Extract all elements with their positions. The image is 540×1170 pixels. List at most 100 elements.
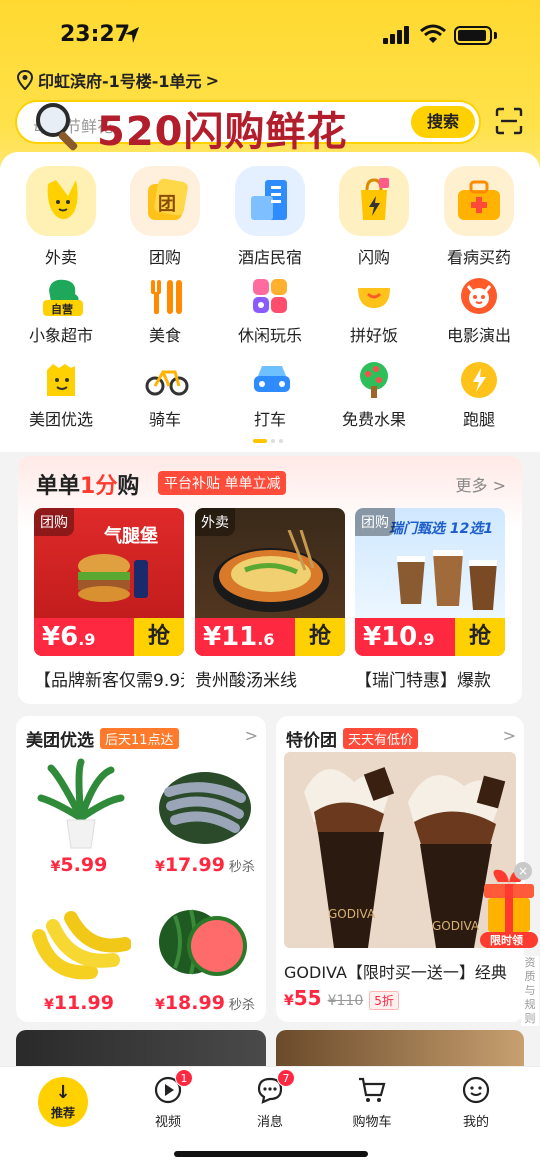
product-shrimp[interactable]: ¥17.99 秒杀 xyxy=(150,758,260,876)
category-errand[interactable]: 跑腿 xyxy=(434,360,524,430)
shrimp-image xyxy=(155,758,255,850)
category-label: 外卖 xyxy=(44,248,77,267)
gift-label: 限时领 xyxy=(490,933,523,947)
category-medicine[interactable]: 看病买药 xyxy=(434,166,524,268)
deal-item[interactable]: 瑞门甄选 12选1 团购 ¥10.9 抢 【瑞门特惠】爆款 xyxy=(355,508,505,691)
close-icon[interactable]: × xyxy=(514,862,532,880)
tab-recommend[interactable]: ↓ 推荐 xyxy=(38,1077,88,1127)
movie-icon xyxy=(459,276,499,316)
youxuan-section[interactable]: 美团优选 后天11点达 > ¥5.99 ¥17.99 秒杀 ¥11.99 ¥18.… xyxy=(16,716,266,1022)
category-shangou[interactable]: 闪购 xyxy=(329,166,419,268)
category-label: 休闲玩乐 xyxy=(237,326,302,345)
deal-title: 单单1分购 xyxy=(36,468,139,500)
wifi-icon xyxy=(420,24,446,43)
status-bar: 23:27 xyxy=(0,0,540,70)
location-services-icon xyxy=(125,27,139,43)
deal-item-image: 外卖 ¥11.6 抢 xyxy=(195,508,345,656)
errand-icon xyxy=(459,360,499,400)
grab-button[interactable]: 抢 xyxy=(295,618,345,656)
chevron-right-icon[interactable]: > xyxy=(503,726,516,745)
section-header: 美团优选 后天11点达 xyxy=(26,726,179,751)
category-label: 美食 xyxy=(148,326,181,345)
limited-gift-float[interactable]: 限时领 xyxy=(478,862,540,954)
chevron-right-icon[interactable]: > xyxy=(245,726,258,745)
category-youxuan[interactable]: 美团优选 xyxy=(16,360,106,430)
category-free-fruit[interactable]: 免费水果 xyxy=(329,360,419,430)
home-indicator xyxy=(174,1151,368,1157)
category-pinhaofan[interactable]: 拼好饭 xyxy=(329,276,419,346)
product-price: ¥18.99 秒杀 xyxy=(155,992,255,1014)
tab-messages[interactable]: 7 消息 xyxy=(230,1069,310,1130)
deal-price: ¥10.9 xyxy=(363,622,435,652)
tab-label: 视频 xyxy=(154,1115,181,1130)
plant-image xyxy=(31,758,131,850)
category-label: 跑腿 xyxy=(462,410,495,429)
deal-item[interactable]: 气腿堡 团购 ¥6.9 抢 【品牌新客仅需9.9元】 xyxy=(34,508,184,691)
youxuan-icon xyxy=(41,360,81,400)
grab-button[interactable]: 抢 xyxy=(134,618,184,656)
page-dot xyxy=(279,439,283,443)
banana-image xyxy=(31,896,132,988)
category-label: 免费水果 xyxy=(341,410,406,429)
deal-price-bar: ¥10.9 抢 xyxy=(355,618,505,656)
taxi-icon xyxy=(250,360,290,400)
scan-icon[interactable] xyxy=(495,107,523,135)
category-taxi[interactable]: 打车 xyxy=(225,360,315,430)
deal-item-name: 贵州酸汤米线 xyxy=(195,671,297,691)
tab-cart[interactable]: 购物车 xyxy=(332,1075,412,1130)
category-elephant-market[interactable]: 自营 小象超市 xyxy=(16,276,106,346)
category-movie[interactable]: 电影演出 xyxy=(434,276,524,346)
low-price-tag: 天天有低价 xyxy=(343,728,419,749)
tab-mine[interactable]: 我的 xyxy=(436,1075,516,1130)
deal-type-badge: 团购 xyxy=(355,508,395,536)
deal-item-name: 【品牌新客仅需9.9元】 xyxy=(34,671,184,691)
product-price: ¥17.99 秒杀 xyxy=(155,854,255,876)
section-title: 特价团 xyxy=(286,731,337,751)
category-hotel[interactable]: 酒店民宿 xyxy=(225,166,315,268)
medicine-icon xyxy=(444,166,514,236)
category-leisure[interactable]: 休闲玩乐 xyxy=(225,276,315,346)
original-price: ¥110 xyxy=(327,993,364,1009)
location-selector[interactable]: 印虹滨府-1号楼-1单元 > xyxy=(16,68,219,92)
tuangou-icon: 团 xyxy=(130,166,200,236)
page-dot-active xyxy=(253,439,267,443)
grab-button[interactable]: 抢 xyxy=(455,618,505,656)
product-price: ¥11.99 xyxy=(44,992,114,1014)
deal-price-bar: ¥11.6 抢 xyxy=(195,618,345,656)
category-label: 电影演出 xyxy=(446,326,511,345)
deal-type-badge: 外卖 xyxy=(195,508,235,536)
leisure-icon xyxy=(250,276,290,316)
category-food[interactable]: 美食 xyxy=(120,276,210,346)
battery-tip xyxy=(494,32,497,39)
svg-text:团: 团 xyxy=(158,194,176,215)
category-tuangou[interactable]: 团 团购 xyxy=(120,166,210,268)
fruit-tree-icon xyxy=(354,360,394,400)
deal-title-prefix: 单单 xyxy=(36,474,81,499)
category-label: 骑车 xyxy=(148,410,181,429)
product-banana[interactable]: ¥11.99 xyxy=(26,896,136,1014)
tab-label: 消息 xyxy=(256,1115,283,1130)
unread-badge: 1 xyxy=(175,1069,193,1087)
category-bike[interactable]: 骑车 xyxy=(120,360,210,430)
product-watermelon[interactable]: ¥18.99 秒杀 xyxy=(150,896,260,1014)
deal-item-name: 【瑞门特惠】爆款 xyxy=(355,671,491,691)
hotel-icon xyxy=(235,166,305,236)
deal-item-image: 气腿堡 团购 ¥6.9 抢 xyxy=(34,508,184,656)
category-waimai[interactable]: 外卖 xyxy=(16,166,106,268)
search-button[interactable]: 搜索 xyxy=(411,106,475,138)
category-label: 团购 xyxy=(148,248,181,267)
deal-item[interactable]: 外卖 ¥11.6 抢 贵州酸汤米线 xyxy=(195,508,345,691)
search-bar[interactable]: 母亲节鲜花 520闪购鲜花 搜索 xyxy=(15,100,481,155)
deal-title-suffix: 购 xyxy=(117,474,140,499)
page-indicator xyxy=(253,439,283,443)
product-name: GODIVA【限时买一送一】经典 xyxy=(284,963,507,982)
product-plant[interactable]: ¥5.99 xyxy=(26,758,136,876)
category-label: 酒店民宿 xyxy=(237,248,302,267)
deal-more-link[interactable]: 更多 > xyxy=(456,472,507,496)
deal-price: ¥11.6 xyxy=(203,622,275,652)
deal-price: ¥6.9 xyxy=(42,622,96,652)
qualification-rules-link[interactable]: 资质与规则 xyxy=(521,956,539,1026)
brand-text: GODIVA xyxy=(328,907,376,921)
tab-video[interactable]: 1 视频 xyxy=(128,1069,208,1130)
brand-text: GODIVA xyxy=(432,919,480,933)
